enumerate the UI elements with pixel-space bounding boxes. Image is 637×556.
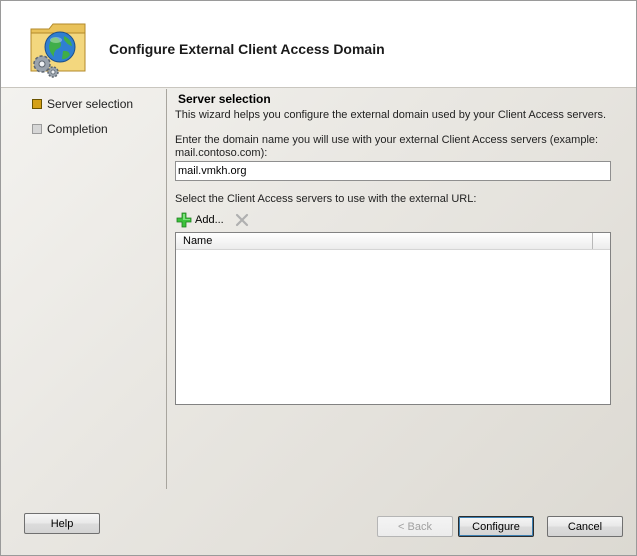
section-title: Server selection <box>178 92 271 106</box>
servers-prompt: Select the Client Access servers to use … <box>175 193 477 205</box>
remove-x-icon <box>235 213 249 227</box>
wizard-header: Configure External Client Access Domain <box>1 1 636 87</box>
header-divider <box>1 87 636 88</box>
globe-folder-gear-icon <box>27 19 91 81</box>
domain-prompt: Enter the domain name you will use with … <box>175 134 599 159</box>
remove-server-button[interactable] <box>234 212 250 228</box>
column-label: Name <box>183 235 213 247</box>
domain-name-input[interactable] <box>175 161 611 181</box>
servers-list[interactable]: Name <box>175 232 611 405</box>
help-button[interactable]: Help <box>24 513 100 534</box>
intro-text: This wizard helps you configure the exte… <box>175 109 607 121</box>
cancel-button[interactable]: Cancel <box>547 516 623 537</box>
back-button[interactable]: < Back <box>377 516 453 537</box>
active-step-icon <box>32 99 42 109</box>
list-header: Name <box>176 233 610 250</box>
wizard-window: Configure External Client Access Domain … <box>0 0 637 556</box>
wizard-steps: Server selection Completion <box>31 97 161 147</box>
add-server-button[interactable]: Add... <box>176 211 224 229</box>
step-label: Server selection <box>47 97 134 111</box>
steps-divider <box>166 89 167 489</box>
step-label: Completion <box>47 122 108 136</box>
configure-button[interactable]: Configure <box>458 516 534 537</box>
pending-step-icon <box>32 124 42 134</box>
wizard-title: Configure External Client Access Domain <box>109 41 385 57</box>
green-plus-icon <box>176 212 192 228</box>
add-label: Add... <box>195 214 224 226</box>
step-completion[interactable]: Completion <box>31 122 161 147</box>
column-header-name[interactable]: Name <box>176 233 593 249</box>
list-toolbar: Add... <box>176 211 296 231</box>
step-server-selection[interactable]: Server selection <box>31 97 161 122</box>
